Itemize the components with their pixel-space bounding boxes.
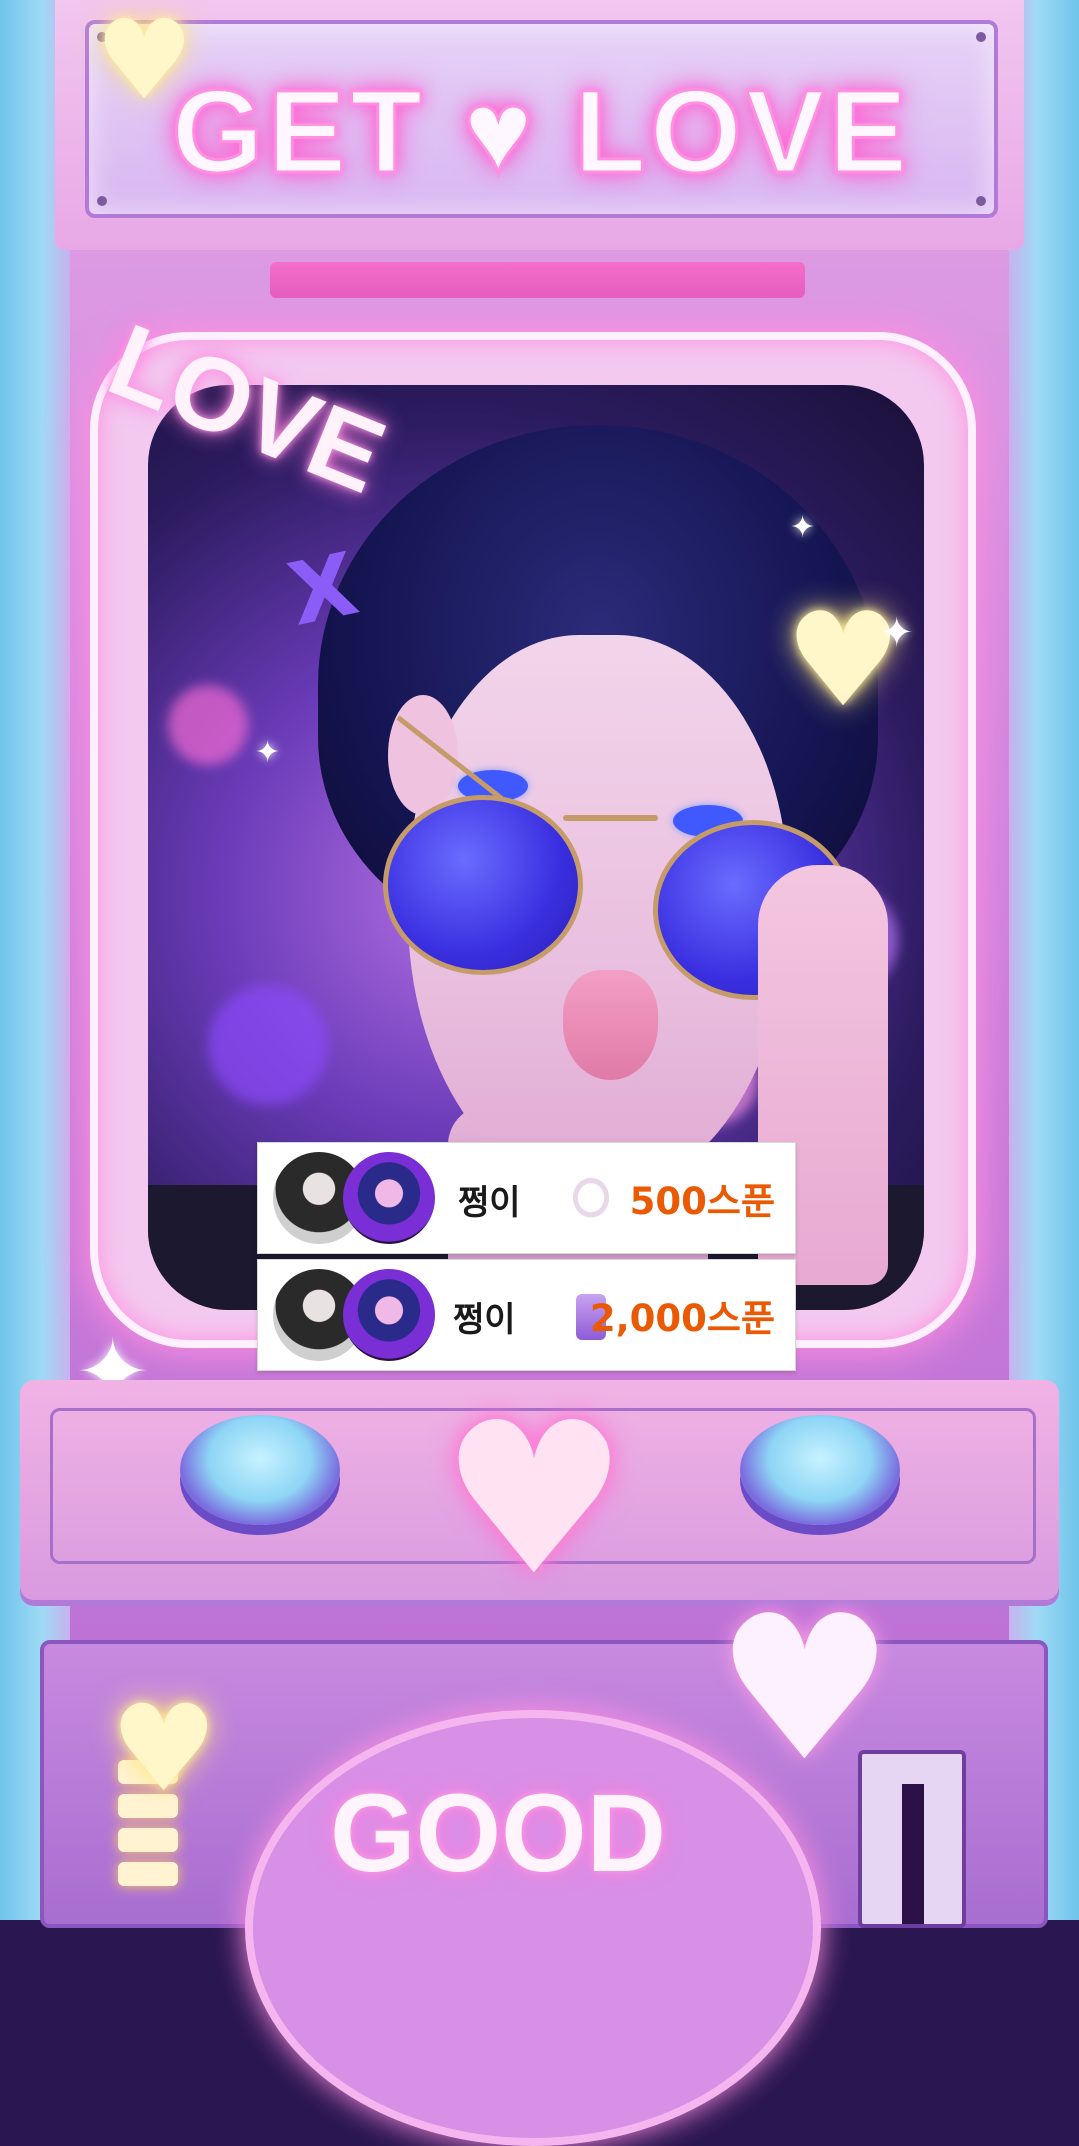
sender-name: 쩡이 bbox=[458, 1183, 521, 1223]
sender-name: 쩡이 bbox=[453, 1300, 516, 1340]
receiver-avatar bbox=[343, 1269, 435, 1361]
marquee-title: GET ♥ LOVE bbox=[170, 65, 912, 200]
glasses-bridge bbox=[563, 815, 658, 821]
screen-top-slot bbox=[270, 262, 805, 298]
marquee-sign: GET ♥ LOVE bbox=[85, 20, 998, 218]
sparkle-icon: ✦ bbox=[255, 735, 281, 770]
gift-amount: 2,000스푼 bbox=[589, 1297, 775, 1340]
gift-row[interactable]: 쩡이 500스푼 bbox=[257, 1142, 796, 1254]
sparkle-icon: ✦ bbox=[790, 510, 816, 545]
receiver-avatar bbox=[343, 1152, 435, 1244]
gift-amount: 500스푼 bbox=[629, 1180, 775, 1223]
cabinet-left-side bbox=[0, 0, 70, 1920]
good-luck-text: GOOD bbox=[330, 1772, 667, 1895]
arcade-machine-background: GET ♥ LOVE ♥ LOVE X ♥ ✦ ✦ ✦ ✦ 쩡이 500스푼 쩡… bbox=[0, 0, 1079, 2146]
screw-icon bbox=[976, 32, 986, 42]
bokeh-light bbox=[168, 685, 248, 765]
teacup-icon bbox=[568, 1177, 614, 1223]
neon-heart-icon: ♥ bbox=[110, 1680, 218, 1819]
cabinet-right-side bbox=[1009, 0, 1079, 1920]
left-arcade-button[interactable] bbox=[180, 1415, 340, 1525]
neon-heart-icon: ♥ bbox=[715, 1573, 895, 1806]
bokeh-light bbox=[208, 985, 328, 1105]
character-tongue bbox=[563, 970, 658, 1080]
gift-row[interactable]: 쩡이 2,000스푼 bbox=[257, 1259, 796, 1371]
sparkle-icon: ✦ bbox=[880, 610, 914, 656]
right-arcade-button[interactable] bbox=[740, 1415, 900, 1525]
neon-heart-icon: ♥ bbox=[95, 0, 194, 124]
heart-button[interactable]: ♥ bbox=[440, 1395, 628, 1605]
glasses-left-lens bbox=[383, 795, 583, 975]
